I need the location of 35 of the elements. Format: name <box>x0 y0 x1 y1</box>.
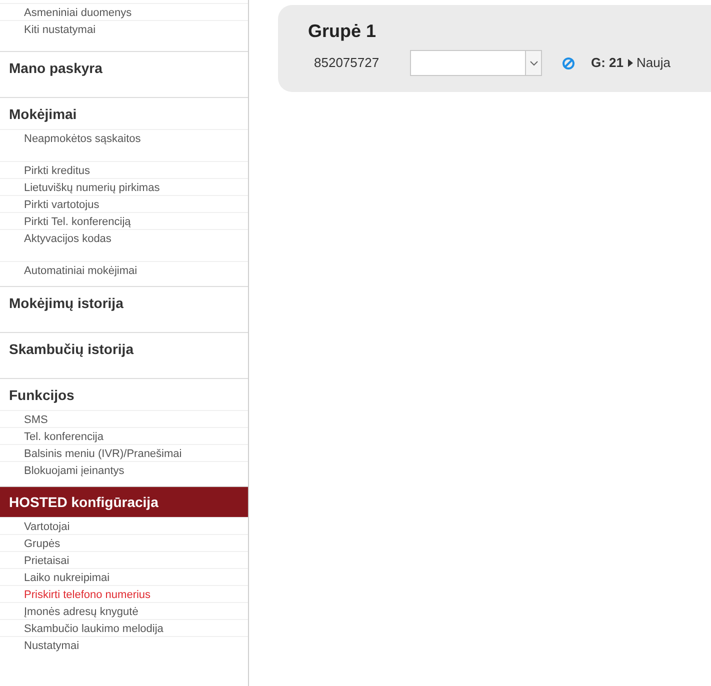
sidebar-section-title[interactable]: Mokėjimai <box>0 98 248 129</box>
sidebar-item[interactable]: Pirkti kreditus <box>24 165 90 177</box>
sidebar-item[interactable]: Įmonės adresų knygutė <box>24 606 138 618</box>
group-select[interactable] <box>410 50 542 76</box>
sidebar-item[interactable]: Vartotojai <box>24 521 70 533</box>
sidebar-item[interactable]: Neapmokėtos sąskaitos <box>24 133 141 145</box>
group-title: Grupė 1 <box>308 20 376 43</box>
sidebar-item[interactable]: Kiti nustatymai <box>24 24 96 36</box>
sidebar-item[interactable]: Grupės <box>24 538 60 550</box>
sidebar-item[interactable]: Prietaisai <box>24 555 70 567</box>
sidebar-item[interactable]: Asmeniniai duomenys <box>24 7 132 19</box>
prohibited-icon[interactable] <box>562 56 575 70</box>
sidebar-section-title[interactable]: Mano paskyra <box>0 52 248 83</box>
sidebar-item[interactable]: Lietuviškų numerių pirkimas <box>24 182 160 194</box>
sidebar-item[interactable]: Aktyvacijos kodas <box>24 233 112 245</box>
sidebar-item[interactable]: Tel. konferencija <box>24 431 104 443</box>
sidebar-section-title[interactable]: Mokėjimų istorija <box>0 287 248 318</box>
sidebar-item[interactable]: Skambučio laukimo melodija <box>24 623 164 635</box>
sidebar-section-title[interactable]: HOSTED konfigūracija <box>0 487 248 518</box>
sidebar-section-title[interactable]: Skambučių istorija <box>0 333 248 364</box>
sidebar-section-title[interactable]: Funkcijos <box>0 379 248 410</box>
sidebar-item[interactable]: Blokuojami įeinantys <box>24 465 124 477</box>
sidebar-item[interactable]: Automatiniai mokėjimai <box>24 265 138 277</box>
sidebar-item[interactable]: SMS <box>24 414 48 426</box>
sidebar-item[interactable]: Laiko nukreipimai <box>24 572 110 584</box>
sidebar-item[interactable]: Nustatymai <box>24 640 80 652</box>
sidebar-item[interactable]: Balsinis meniu (IVR)/Pranešimai <box>24 448 182 460</box>
sidebar-item[interactable]: Pirkti Tel. konferenciją <box>24 216 131 228</box>
sidebar-item[interactable]: Priskirti telefono numerius <box>24 589 151 601</box>
chevron-down-icon <box>530 60 538 66</box>
group-count: G: 21 <box>591 54 624 72</box>
phone-number: 852075727 <box>314 54 380 72</box>
group-status: Nauja <box>636 54 670 72</box>
triangle-right-icon <box>628 59 633 67</box>
sidebar-item[interactable]: Pirkti vartotojus <box>24 199 100 211</box>
